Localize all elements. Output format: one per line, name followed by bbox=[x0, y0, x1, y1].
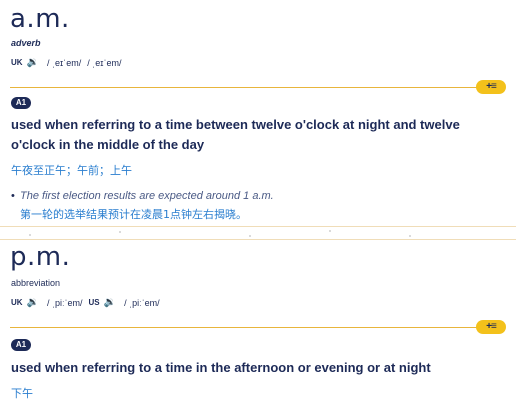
definition: used when referring to a time between tw… bbox=[11, 117, 460, 152]
region-label-uk: UK bbox=[11, 298, 23, 307]
ipa-text: / ˌpiːˈem/ bbox=[124, 297, 160, 308]
dictionary-entry-pm: p.m. abbreviation UK 🔉 / ˌpiːˈem/ US 🔉 /… bbox=[0, 238, 516, 410]
region-label-us: US bbox=[88, 298, 100, 307]
pronunciation-row: UK 🔉 / ˌeɪˈem/ / ˌeɪˈem/ bbox=[11, 57, 123, 68]
ipa-text: / ˌpiːˈem/ bbox=[47, 297, 83, 308]
definition-translation: 下午 bbox=[11, 387, 33, 400]
example-sentence: The first election results are expected … bbox=[20, 190, 274, 202]
add-to-wordlist-button[interactable]: +≡ bbox=[476, 320, 506, 334]
part-of-speech: abbreviation bbox=[11, 278, 61, 288]
definition-translation: 午夜至正午；午前；上午 bbox=[11, 164, 132, 177]
pronunciation-row: UK 🔉 / ˌpiːˈem/ US 🔉 / ˌpiːˈem/ bbox=[11, 297, 162, 308]
region-label-uk: UK bbox=[11, 58, 23, 67]
headword: a.m. bbox=[10, 4, 70, 34]
speaker-icon[interactable]: 🔉 bbox=[27, 57, 39, 68]
ipa-text: / ˌeɪˈem/ bbox=[47, 57, 82, 68]
bullet-icon: • bbox=[11, 190, 15, 202]
level-badge: A1 bbox=[11, 97, 31, 109]
add-to-wordlist-button[interactable]: +≡ bbox=[476, 80, 506, 94]
headword: p.m. bbox=[10, 242, 71, 272]
example-translation: 第一轮的选举结果预计在凌晨1点钟左右揭晓。 bbox=[20, 208, 247, 221]
divider bbox=[10, 87, 482, 88]
plus-list-icon: +≡ bbox=[486, 81, 497, 92]
divider bbox=[10, 327, 482, 328]
ipa-text: / ˌeɪˈem/ bbox=[87, 57, 122, 68]
speaker-icon[interactable]: 🔉 bbox=[104, 297, 116, 308]
definition: used when referring to a time in the aft… bbox=[11, 360, 431, 375]
part-of-speech: adverb bbox=[11, 38, 41, 48]
dictionary-entry-am: a.m. adverb UK 🔉 / ˌeɪˈem/ / ˌeɪˈem/ +≡ … bbox=[0, 0, 516, 232]
level-badge: A1 bbox=[11, 339, 31, 351]
speaker-icon[interactable]: 🔉 bbox=[27, 297, 39, 308]
plus-list-icon: +≡ bbox=[486, 321, 497, 332]
